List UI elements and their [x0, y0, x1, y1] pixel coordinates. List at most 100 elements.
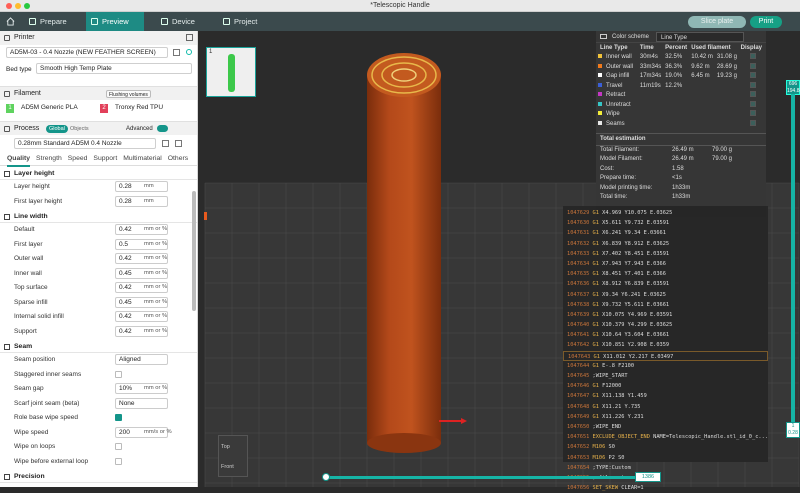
- save-preset-icon[interactable]: [162, 140, 169, 147]
- tab-support[interactable]: Support: [93, 152, 117, 165]
- gcode-line[interactable]: 1047648 G1 X11.21 Y.735: [563, 402, 768, 412]
- gcode-line[interactable]: 1047651 EXCLUDE_OBJECT_END NAME=Telescop…: [563, 432, 768, 442]
- tab-project[interactable]: Project: [218, 12, 274, 31]
- legend-row[interactable]: Outer wall 33m34s 36.3% 9.62 m 28.69 g: [596, 62, 766, 72]
- color-scheme-select[interactable]: Line Type: [656, 32, 744, 42]
- printer-section-header[interactable]: Printer: [0, 31, 197, 45]
- tab-strength[interactable]: Strength: [36, 152, 62, 165]
- edit-preset-icon[interactable]: [175, 140, 182, 147]
- gcode-line[interactable]: 1047642 G1 X10.851 Y2.908 E.0359: [563, 340, 768, 350]
- gcode-line[interactable]: 1047645 ;WIPE_START: [563, 371, 768, 381]
- view-cube[interactable]: Top Front: [218, 435, 248, 477]
- wifi-icon[interactable]: [186, 49, 192, 55]
- gcode-line[interactable]: 1047647 G1 X11.138 Y1.459: [563, 391, 768, 401]
- param-input[interactable]: 0.28: [115, 181, 168, 192]
- gcode-line[interactable]: 1047646 G1 F12000: [563, 381, 768, 391]
- param-group-header[interactable]: Line width: [0, 211, 197, 223]
- param-input[interactable]: None: [115, 397, 168, 409]
- tab-preview[interactable]: Preview: [86, 12, 144, 31]
- view-cube-top[interactable]: Top: [221, 444, 230, 450]
- bed-type-select[interactable]: Smooth High Temp Plate: [36, 63, 192, 74]
- move-slider-start-handle[interactable]: [322, 473, 330, 481]
- flushing-volumes-button[interactable]: Flushing volumes: [106, 90, 151, 98]
- gcode-line[interactable]: 1047638 G1 X9.732 Y5.611 E.03661: [563, 300, 768, 310]
- legend-display-checkbox[interactable]: [750, 62, 757, 69]
- global-toggle[interactable]: Global: [46, 125, 68, 133]
- print-button[interactable]: Print: [750, 16, 782, 28]
- printer-select[interactable]: AD5M-03 - 0.4 Nozzle (NEW FEATHER SCREEN…: [6, 47, 168, 58]
- filament-slot-1-badge[interactable]: 1: [6, 104, 14, 113]
- gcode-line[interactable]: 1047653 M106 P2 S0: [563, 453, 768, 463]
- slice-plate-button[interactable]: Slice plate: [688, 16, 746, 28]
- gcode-line[interactable]: 1047635 G1 X8.451 Y7.401 E.0366: [563, 269, 768, 279]
- legend-row[interactable]: Inner wall 30m4s 32.5% 10.42 m 31.08 g: [596, 53, 766, 63]
- filament-slot-1-select[interactable]: AD5M Generic PLA: [18, 103, 96, 114]
- tab-device[interactable]: Device: [156, 12, 212, 31]
- filament-slot-2-badge[interactable]: 2: [100, 104, 108, 113]
- legend-display-checkbox[interactable]: [750, 72, 757, 79]
- gcode-line[interactable]: 1047639 G1 X10.075 Y4.969 E.03591: [563, 310, 768, 320]
- advanced-toggle[interactable]: [157, 125, 168, 132]
- param-checkbox[interactable]: [115, 443, 122, 450]
- layer-slider[interactable]: 696194.88 10.28: [786, 80, 800, 440]
- gcode-line[interactable]: 1047631 G1 X6.241 Y9.34 E.03661: [563, 228, 768, 238]
- printer-settings-icon[interactable]: [186, 34, 193, 41]
- param-input[interactable]: Aligned: [115, 354, 168, 365]
- param-checkbox[interactable]: [115, 370, 122, 378]
- legend-display-checkbox[interactable]: [750, 119, 757, 126]
- sidebar-scrollbar[interactable]: [192, 191, 196, 311]
- move-slider[interactable]: 1386: [322, 472, 662, 482]
- view-cube-front[interactable]: Front: [221, 464, 234, 470]
- legend-display-checkbox[interactable]: [750, 110, 757, 117]
- gcode-line[interactable]: 1047650 ;WIPE_END: [563, 422, 768, 432]
- gcode-line[interactable]: 1047630 G1 X5.611 Y9.732 E.03591: [563, 218, 768, 228]
- gcode-line[interactable]: 1047637 G1 X9.34 Y6.241 E.03625: [563, 290, 768, 300]
- move-slider-track[interactable]: [324, 476, 638, 479]
- gcode-line[interactable]: 1047649 G1 X11.226 Y.231: [563, 412, 768, 422]
- legend-row[interactable]: Unretract: [596, 100, 766, 110]
- process-preset-select[interactable]: 0.28mm Standard AD5M 0.4 Nozzle: [14, 138, 156, 149]
- param-checkbox[interactable]: [115, 457, 122, 465]
- legend-display-checkbox[interactable]: [750, 53, 757, 60]
- tab-quality[interactable]: Quality: [7, 152, 31, 167]
- legend-row[interactable]: Travel 11m19s 12.2%: [596, 81, 766, 91]
- objects-toggle[interactable]: Objects: [70, 125, 89, 133]
- gcode-line[interactable]: 1047652 M106 S0: [563, 442, 768, 452]
- legend-row[interactable]: Seams: [596, 119, 766, 129]
- gcode-line[interactable]: 1047633 G1 X7.402 Y8.451 E.03591: [563, 249, 768, 259]
- gcode-line[interactable]: 1047643 G1 X11.012 Y2.217 E.03497: [563, 350, 768, 361]
- home-icon[interactable]: [6, 17, 15, 26]
- layer-slider-track[interactable]: [791, 94, 795, 424]
- legend-display-checkbox[interactable]: [750, 91, 757, 98]
- filament-section-header[interactable]: Filament Flushing volumes: [0, 86, 197, 100]
- legend-row[interactable]: Gap infill 17m34s 19.0% 6.45 m 19.23 g: [596, 72, 766, 82]
- gcode-line[interactable]: 1047629 G1 X4.969 Y10.075 E.03625: [563, 208, 768, 218]
- process-section-header[interactable]: Process Global Objects Advanced: [0, 121, 197, 135]
- gcode-line[interactable]: 1047656 SET_SKEW CLEAR=1: [563, 483, 768, 493]
- gcode-line[interactable]: 1047636 G1 X8.912 Y6.839 E.03591: [563, 279, 768, 289]
- param-group-header[interactable]: Precision: [0, 471, 197, 483]
- legend-display-checkbox[interactable]: [750, 100, 757, 107]
- gcode-line[interactable]: 1047634 G1 X7.943 Y7.943 E.0366: [563, 259, 768, 269]
- filament-slot-2-select[interactable]: Tronxy Red TPU: [112, 103, 176, 114]
- move-slider-value[interactable]: 1386: [635, 472, 661, 482]
- legend-row[interactable]: Wipe: [596, 110, 766, 120]
- edit-printer-icon[interactable]: [173, 49, 180, 56]
- collapse-icon[interactable]: [600, 34, 607, 39]
- gcode-viewer[interactable]: 1047629 G1 X4.969 Y10.075 E.03625 1047630…: [563, 206, 768, 491]
- tab-speed[interactable]: Speed: [68, 152, 88, 165]
- plate-thumbnail[interactable]: 1: [206, 47, 256, 97]
- tab-multimaterial[interactable]: Multimaterial: [123, 152, 162, 165]
- gcode-line[interactable]: 1047644 G1 E-.8 F2100: [563, 361, 768, 371]
- tab-others[interactable]: Others: [168, 152, 188, 165]
- gcode-line[interactable]: 1047632 G1 X6.839 Y8.912 E.03625: [563, 239, 768, 249]
- param-input[interactable]: 0.28: [115, 195, 168, 207]
- gcode-line[interactable]: 1047640 G1 X10.379 Y4.299 E.03625: [563, 320, 768, 330]
- param-checkbox[interactable]: [115, 414, 122, 421]
- param-group-header[interactable]: Layer height: [0, 168, 197, 180]
- legend-row[interactable]: Retract: [596, 91, 766, 101]
- legend-display-checkbox[interactable]: [750, 81, 757, 88]
- param-group-header[interactable]: Seam: [0, 341, 197, 353]
- tab-prepare[interactable]: Prepare: [24, 12, 84, 31]
- gcode-line[interactable]: 1047641 G1 X10.64 Y3.604 E.03661: [563, 330, 768, 340]
